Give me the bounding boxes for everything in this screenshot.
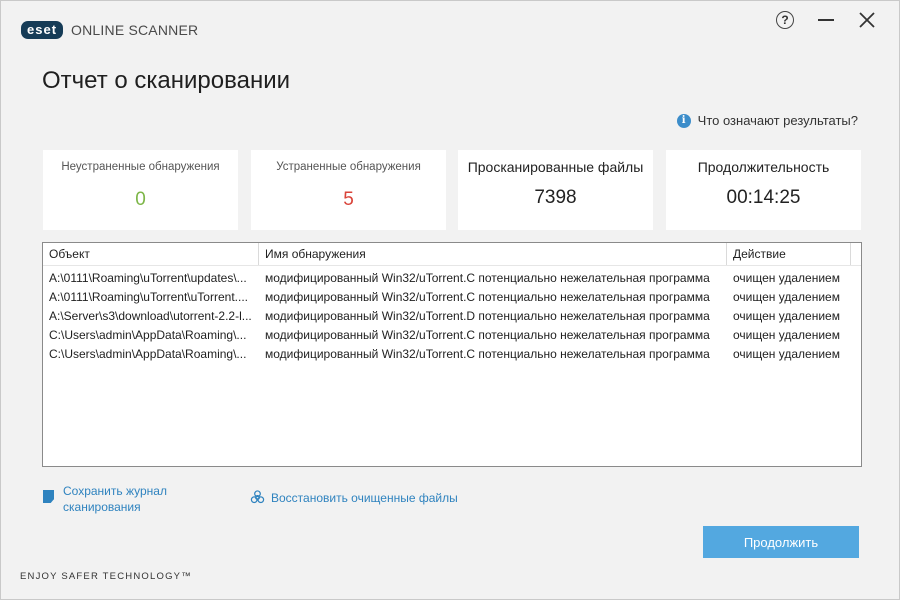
footer-tagline: ENJOY SAFER TECHNOLOGY™ [20,571,192,582]
cell-object: A:\0111\Roaming\uTorrent\uTorrent.... [49,289,248,304]
stat-card-duration: Продолжительность 00:14:25 [666,150,861,230]
help-button[interactable]: ? [772,9,798,31]
help-icon: ? [776,11,794,29]
table-body: A:\0111\Roaming\uTorrent\updates\... мод… [43,266,861,363]
results-help-link[interactable]: i Что означают результаты? [676,113,858,128]
minimize-icon [818,19,834,21]
stat-value-resolved: 5 [343,189,354,210]
biohazard-icon [250,490,265,504]
column-header-object[interactable]: Объект [43,243,259,265]
cell-action: очищен удалением [733,346,840,361]
cell-detection: модифицированный Win32/uTorrent.C потенц… [265,270,710,285]
save-log-label-line1: Сохранить журнал [63,484,167,498]
cell-detection: модифицированный Win32/uTorrent.D потенц… [265,308,710,323]
cell-detection: модифицированный Win32/uTorrent.C потенц… [265,327,710,342]
table-row[interactable]: A:\0111\Roaming\uTorrent\uTorrent.... мо… [43,287,861,306]
column-header-detection-name[interactable]: Имя обнаружения [259,243,727,265]
eset-logo: eset [21,21,64,39]
stat-card-scanned-files: Просканированные файлы 7398 [458,150,653,230]
table-row[interactable]: C:\Users\admin\AppData\Roaming\... модиф… [43,344,861,363]
stat-label: Устраненные обнаружения [276,161,421,173]
table-row[interactable]: A:\0111\Roaming\uTorrent\updates\... мод… [43,268,861,287]
cell-object: C:\Users\admin\AppData\Roaming\... [49,327,247,342]
cell-object: A:\Server\s3\download\utorrent-2.2-l... [49,308,252,323]
cell-action: очищен удалением [733,308,840,323]
detections-table: Объект Имя обнаружения Действие A:\0111\… [42,242,862,467]
table-row[interactable]: C:\Users\admin\AppData\Roaming\... модиф… [43,325,861,344]
table-header: Объект Имя обнаружения Действие [43,243,861,266]
cell-object: A:\0111\Roaming\uTorrent\updates\... [49,270,247,285]
stat-value-unresolved: 0 [135,189,146,210]
cell-object: C:\Users\admin\AppData\Roaming\... [49,346,247,361]
info-icon: i [676,113,691,128]
minimize-button[interactable] [813,9,839,31]
stat-label: Неустраненные обнаружения [61,161,220,173]
product-name: ONLINE SCANNER [71,22,199,38]
cell-action: очищен удалением [733,327,840,342]
restore-cleaned-files-link[interactable]: Восстановить очищенные файлы [250,490,458,505]
continue-button[interactable]: Продолжить [703,526,859,558]
stat-label: Просканированные файлы [467,159,644,175]
stat-value-duration: 00:14:25 [726,187,801,208]
close-icon [859,12,875,28]
stat-card-unresolved: Неустраненные обнаружения 0 [43,150,238,230]
cell-detection: модифицированный Win32/uTorrent.C потенц… [265,289,710,304]
restore-label: Восстановить очищенные файлы [271,490,458,505]
stat-value-scanned-files: 7398 [534,187,577,208]
results-help-label: Что означают результаты? [697,113,858,128]
save-log-icon [43,490,54,503]
cell-detection: модифицированный Win32/uTorrent.C потенц… [265,346,710,361]
table-row[interactable]: A:\Server\s3\download\utorrent-2.2-l... … [43,306,861,325]
stat-label: Продолжительность [697,159,830,175]
save-log-label-line2: сканирования [63,500,141,514]
scanner-window: eset ONLINE SCANNER ? Отчет о сканирован… [0,0,900,600]
save-log-label: Сохранить журнал сканирования [63,483,167,515]
column-header-action[interactable]: Действие [727,243,851,265]
close-button[interactable] [854,9,880,31]
cell-action: очищен удалением [733,289,840,304]
page-title: Отчет о сканировании [42,67,291,94]
cell-action: очищен удалением [733,270,840,285]
stat-card-resolved: Устраненные обнаружения 5 [251,150,446,230]
save-scan-log-link[interactable]: Сохранить журнал сканирования [43,483,167,515]
app-logo: eset ONLINE SCANNER [21,21,198,39]
